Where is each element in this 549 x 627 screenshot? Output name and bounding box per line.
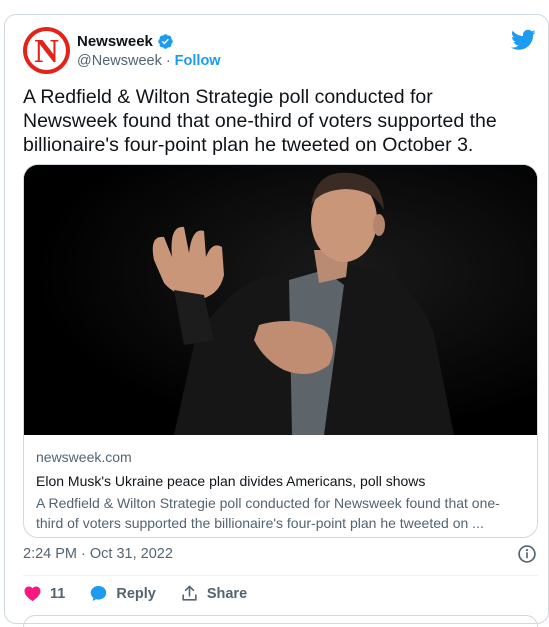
next-element-edge — [23, 615, 538, 627]
avatar[interactable]: N — [23, 27, 70, 74]
author-name-row[interactable]: Newsweek — [77, 33, 174, 50]
twitter-bird-icon[interactable] — [510, 27, 536, 57]
verified-badge-icon — [157, 33, 174, 50]
share-label: Share — [206, 585, 248, 602]
tweet-timestamp[interactable]: 2:24 PM · Oct 31, 2022 — [23, 546, 173, 562]
link-description: A Redfield & Wilton Strategie poll condu… — [36, 495, 500, 531]
info-icon[interactable] — [517, 544, 537, 569]
share-button[interactable]: Share — [180, 584, 247, 603]
speech-bubble-icon — [91, 585, 107, 602]
tweet-card[interactable]: N Newsweek @Newsweek · Follow A Redfield… — [4, 14, 549, 627]
reply-button[interactable]: Reply — [89, 584, 156, 603]
divider — [23, 575, 538, 576]
newsweek-logo: N — [34, 32, 59, 70]
link-title[interactable]: Elon Musk's Ukraine peace plan divides A… — [36, 471, 526, 491]
author-name[interactable]: Newsweek — [77, 33, 153, 50]
author-handle[interactable]: @Newsweek — [77, 53, 162, 69]
article-photo[interactable] — [24, 165, 537, 435]
action-bar: 11 Reply Share — [23, 584, 271, 603]
like-button[interactable]: 11 — [23, 584, 65, 603]
share-icon — [182, 585, 197, 601]
link-preview-card[interactable]: newsweek.com Elon Musk's Ukraine peace p… — [23, 164, 538, 538]
reply-label: Reply — [116, 585, 156, 602]
separator-dot: · — [165, 53, 171, 69]
handle-row: @Newsweek · Follow — [77, 53, 221, 69]
link-domain: newsweek.com — [36, 449, 132, 465]
like-count: 11 — [50, 585, 66, 602]
heart-icon — [24, 586, 41, 602]
tweet-text: A Redfield & Wilton Strategie poll condu… — [23, 86, 497, 156]
link-card-body[interactable]: newsweek.com Elon Musk's Ukraine peace p… — [36, 447, 526, 533]
follow-button[interactable]: Follow — [175, 53, 221, 69]
